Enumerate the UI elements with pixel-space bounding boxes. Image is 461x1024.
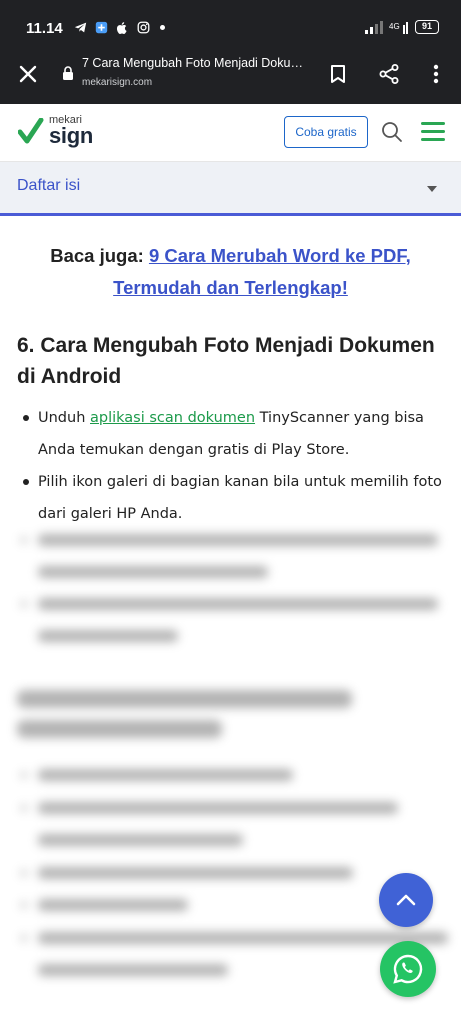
system-icons: 4G 91 [365, 20, 439, 34]
whatsapp-button[interactable] [380, 941, 436, 997]
section-heading: 6. Cara Mengubah Foto Menjadi Dokumen di… [17, 334, 435, 388]
scroll-to-top-button[interactable] [379, 873, 433, 927]
scan-app-link[interactable]: aplikasi scan dokumen [90, 410, 255, 426]
mekari-sign-logo[interactable]: mekari sign [18, 114, 108, 154]
network-4g-icon: 4G [389, 22, 408, 34]
more-options-button[interactable] [421, 59, 451, 89]
lock-icon [63, 66, 73, 80]
chevron-down-icon [427, 186, 437, 192]
close-icon[interactable] [14, 60, 42, 88]
tab-title[interactable]: 7 Cara Mengubah Foto Menjadi Dokumen ... [82, 56, 308, 70]
telegram-icon [74, 22, 87, 33]
logo-big-text: sign [49, 123, 94, 148]
app-icon [95, 21, 108, 34]
also-read-prefix: Baca juga: [50, 245, 144, 266]
bookmark-button[interactable] [323, 59, 353, 89]
url-text[interactable]: mekarisign.com [82, 77, 152, 88]
bookmark-icon [331, 65, 345, 83]
share-button[interactable] [374, 59, 404, 89]
steps-list: Unduh aplikasi scan dokumen TinyScanner … [20, 402, 446, 530]
hamburger-menu-icon[interactable] [421, 122, 445, 142]
share-icon [379, 64, 399, 84]
signal-icon [365, 21, 383, 34]
list-item: Unduh aplikasi scan dokumen TinyScanner … [20, 402, 446, 466]
more-vert-icon [433, 64, 439, 84]
browser-toolbar: 7 Cara Mengubah Foto Menjadi Dokumen ...… [0, 44, 461, 104]
more-notifications-dot [160, 25, 165, 30]
site-header: mekari sign Coba gratis [0, 104, 461, 162]
toc-label: Daftar isi [17, 177, 81, 194]
table-of-contents-toggle[interactable]: Daftar isi [0, 162, 461, 216]
status-time: 11.14 [26, 20, 63, 37]
apple-icon [116, 22, 127, 34]
also-read-block: Baca juga: 9 Cara Merubah Word ke PDF, T… [14, 240, 447, 304]
svg-text:4G: 4G [389, 22, 400, 31]
try-free-button[interactable]: Coba gratis [284, 116, 368, 148]
logo-check-icon [18, 118, 44, 144]
instagram-icon [137, 21, 150, 34]
also-read-link[interactable]: 9 Cara Merubah Word ke PDF, Termudah dan… [113, 245, 411, 298]
search-icon[interactable] [379, 119, 405, 145]
notification-icons [74, 21, 165, 34]
whatsapp-icon [393, 954, 423, 984]
chevron-up-icon [396, 894, 416, 906]
battery-icon: 91 [415, 20, 439, 34]
